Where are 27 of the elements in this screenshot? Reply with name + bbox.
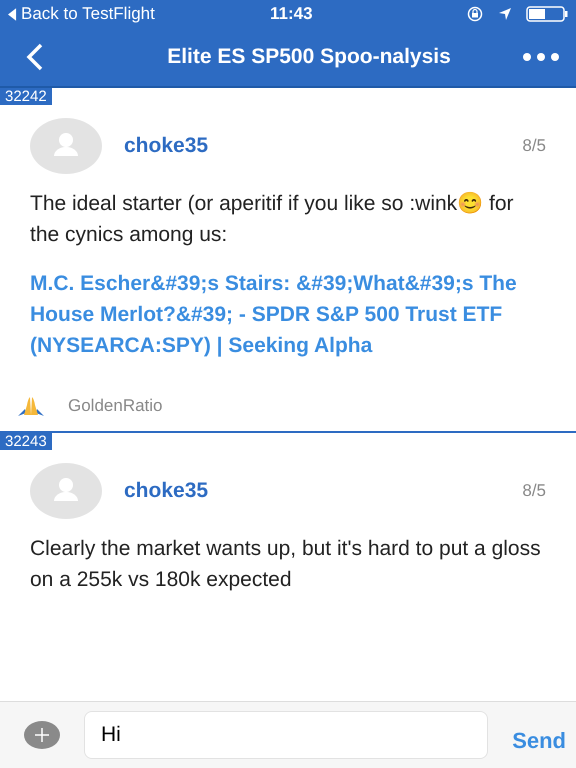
back-triangle-icon <box>8 8 17 20</box>
back-chevron-icon <box>26 42 44 72</box>
topic-title: Elite ES SP500 Spoo-nalysis <box>166 45 452 69</box>
post-number: 32243 <box>0 433 52 450</box>
plus-icon <box>34 727 50 743</box>
back-to-app-link[interactable]: Back to TestFlight <box>8 4 238 24</box>
add-button[interactable] <box>24 721 60 749</box>
post-date: 8/5 <box>522 136 546 156</box>
rotation-lock-icon <box>466 6 484 22</box>
send-button[interactable]: Send <box>512 728 566 754</box>
author-name[interactable]: choke35 <box>124 479 522 503</box>
post-date: 8/5 <box>522 481 546 501</box>
post-number: 32242 <box>0 88 52 105</box>
reaction-user: GoldenRatio <box>68 396 163 416</box>
post-link[interactable]: M.C. Escher&#39;s Stairs: &#39;What&#39;s The House Merlot?&#39; - SPDR S&P 500 Trust ETF (NYSEARCA:SPY) | Seeking Alpha <box>30 268 546 361</box>
back-button[interactable] <box>26 42 44 72</box>
author-name[interactable]: choke35 <box>124 134 522 158</box>
avatar-icon <box>30 463 102 519</box>
post-text: Clearly the market wants up, but it's hard to put a gloss on a 255k vs 180k expected <box>30 536 542 593</box>
post-text: The ideal starter (or aperitif if you like so :wink😊 for the cynics among us: <box>30 191 515 248</box>
more-button[interactable] <box>522 52 560 62</box>
battery-icon <box>526 6 568 22</box>
clock: 11:43 <box>269 4 314 24</box>
more-icon <box>522 52 560 62</box>
avatar-icon <box>30 118 102 174</box>
message-field[interactable]: Hi <box>84 711 488 759</box>
location-arrow-icon <box>498 7 512 21</box>
